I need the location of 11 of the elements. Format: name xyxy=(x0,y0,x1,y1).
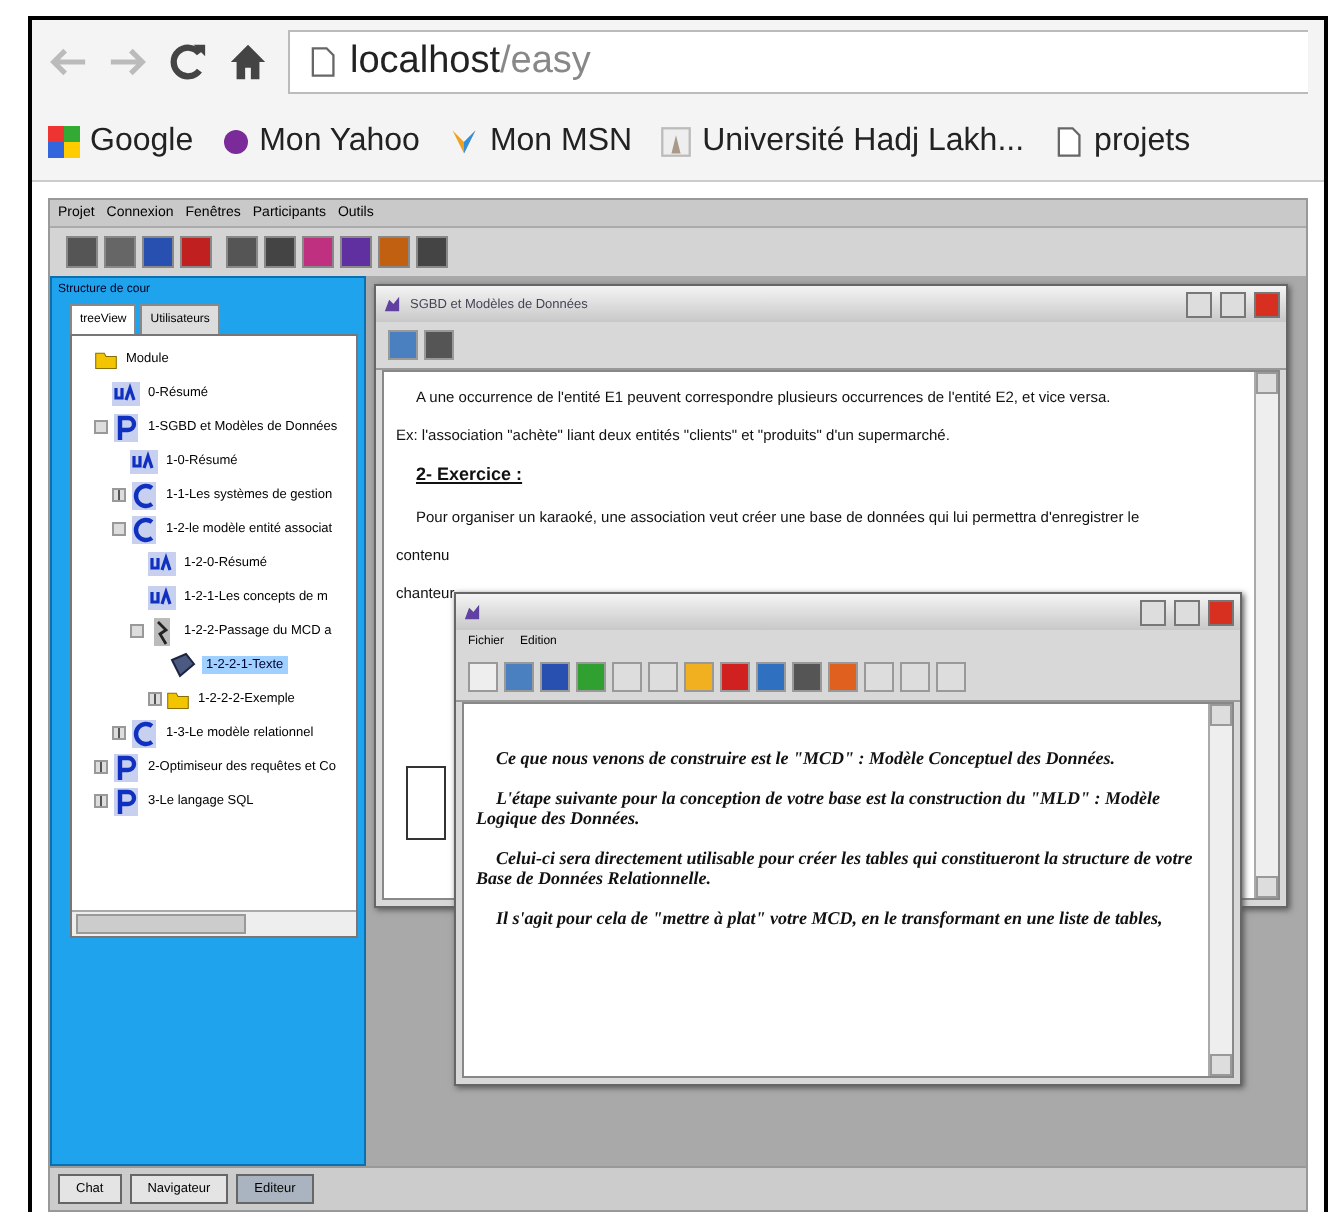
paragraph: 2- Exercice : xyxy=(416,464,525,484)
bookmark[interactable]: Mon MSN xyxy=(447,124,633,160)
bookmark[interactable]: Université Hadj Lakh... xyxy=(660,124,1025,160)
bookmark[interactable]: projets xyxy=(1052,124,1191,160)
bookmark[interactable]: Google xyxy=(48,124,194,160)
paragraph: Ce que nous venons de construire est le "MCD" : Modèle Conceptuel des Données. xyxy=(494,748,1117,768)
bookmark[interactable]: Mon Yahoo xyxy=(221,124,420,160)
paragraph: L'étape suivante pour la conception de votre base est la construction du "MLD" : Modèle Logique des Données. xyxy=(476,788,1162,828)
paragraph: Il s'agit pour cela de "mettre à plat" votre MCD, en le transformant en une liste de tables, xyxy=(494,908,1165,928)
paragraph: Celui-ci sera directement utilisable pour créer les tables qui constitueront la structure de votre Base de Données Relationnelle. xyxy=(476,848,1195,888)
address-bar[interactable]: localhost/easy xyxy=(288,30,1308,94)
